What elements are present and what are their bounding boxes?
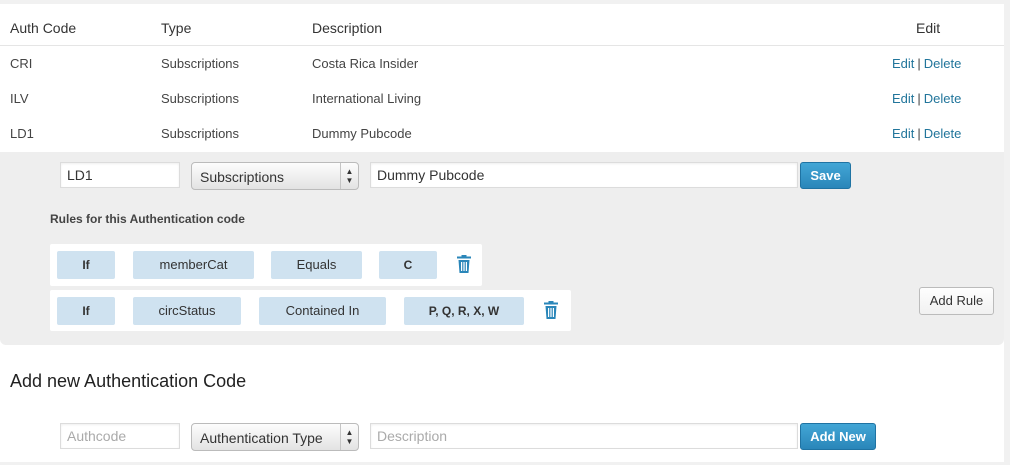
action-separator: | [917, 56, 921, 71]
row-description: International Living [312, 91, 422, 106]
row-type: Subscriptions [161, 126, 240, 141]
rule-value[interactable]: C [379, 251, 437, 279]
column-header-type: Type [161, 20, 192, 36]
action-separator: | [917, 126, 921, 141]
rule-condition[interactable]: If [57, 297, 115, 325]
rule-value[interactable]: P, Q, R, X, W [404, 297, 524, 325]
new-description-input[interactable]: Description [370, 423, 798, 449]
edit-auth-code-input[interactable]: LD1 [60, 162, 180, 188]
column-header-description: Description [312, 20, 383, 36]
row-auth-code: ILV [10, 91, 29, 106]
rule-field[interactable]: memberCat [133, 251, 254, 279]
rules-heading: Rules for this Authentication code [50, 212, 245, 226]
header-divider [0, 45, 1004, 46]
row-description: Dummy Pubcode [312, 126, 412, 141]
add-rule-button[interactable]: Add Rule [919, 287, 994, 315]
row-type: Subscriptions [161, 56, 240, 71]
edit-link[interactable]: Edit [892, 91, 914, 106]
delete-link[interactable]: Delete [924, 56, 962, 71]
row-actions: Edit | Delete [892, 91, 961, 106]
rule-operator[interactable]: Contained In [259, 297, 386, 325]
edit-link[interactable]: Edit [892, 56, 914, 71]
rule-operator[interactable]: Equals [271, 251, 362, 279]
row-actions: Edit | Delete [892, 56, 961, 71]
edit-description-input[interactable]: Dummy Pubcode [370, 162, 798, 188]
column-header-edit: Edit [916, 20, 941, 36]
trash-icon[interactable] [457, 255, 471, 273]
new-type-select[interactable]: Authentication Type ▲ ▼ [191, 423, 359, 451]
row-auth-code: LD1 [10, 126, 34, 141]
row-type: Subscriptions [161, 91, 240, 106]
rule-condition[interactable]: If [57, 251, 115, 279]
action-separator: | [917, 91, 921, 106]
auth-codes-panel: Auth Code Type Description Edit CRI Subs… [0, 4, 1004, 462]
delete-link[interactable]: Delete [924, 126, 962, 141]
trash-icon[interactable] [544, 301, 558, 319]
edit-type-value: Subscriptions [200, 169, 285, 185]
rule-field[interactable]: circStatus [133, 297, 241, 325]
new-type-value: Authentication Type [200, 430, 323, 446]
up-down-arrows-icon: ▲ ▼ [340, 424, 358, 450]
add-new-heading: Add new Authentication Code [10, 371, 247, 391]
add-new-button[interactable]: Add New [800, 423, 876, 450]
save-button[interactable]: Save [800, 162, 851, 189]
delete-link[interactable]: Delete [924, 91, 962, 106]
row-description: Costa Rica Insider [312, 56, 419, 71]
new-auth-code-input[interactable]: Authcode [60, 423, 180, 449]
row-auth-code: CRI [10, 56, 33, 71]
rule-row: If circStatus Contained In P, Q, R, X, W [50, 290, 571, 331]
rule-row: If memberCat Equals C [50, 244, 482, 286]
column-header-auth-code: Auth Code [10, 20, 77, 36]
row-actions: Edit | Delete [892, 126, 961, 141]
up-down-arrows-icon: ▲ ▼ [340, 163, 358, 189]
edit-type-select[interactable]: Subscriptions ▲ ▼ [191, 162, 359, 190]
edit-link[interactable]: Edit [892, 126, 914, 141]
